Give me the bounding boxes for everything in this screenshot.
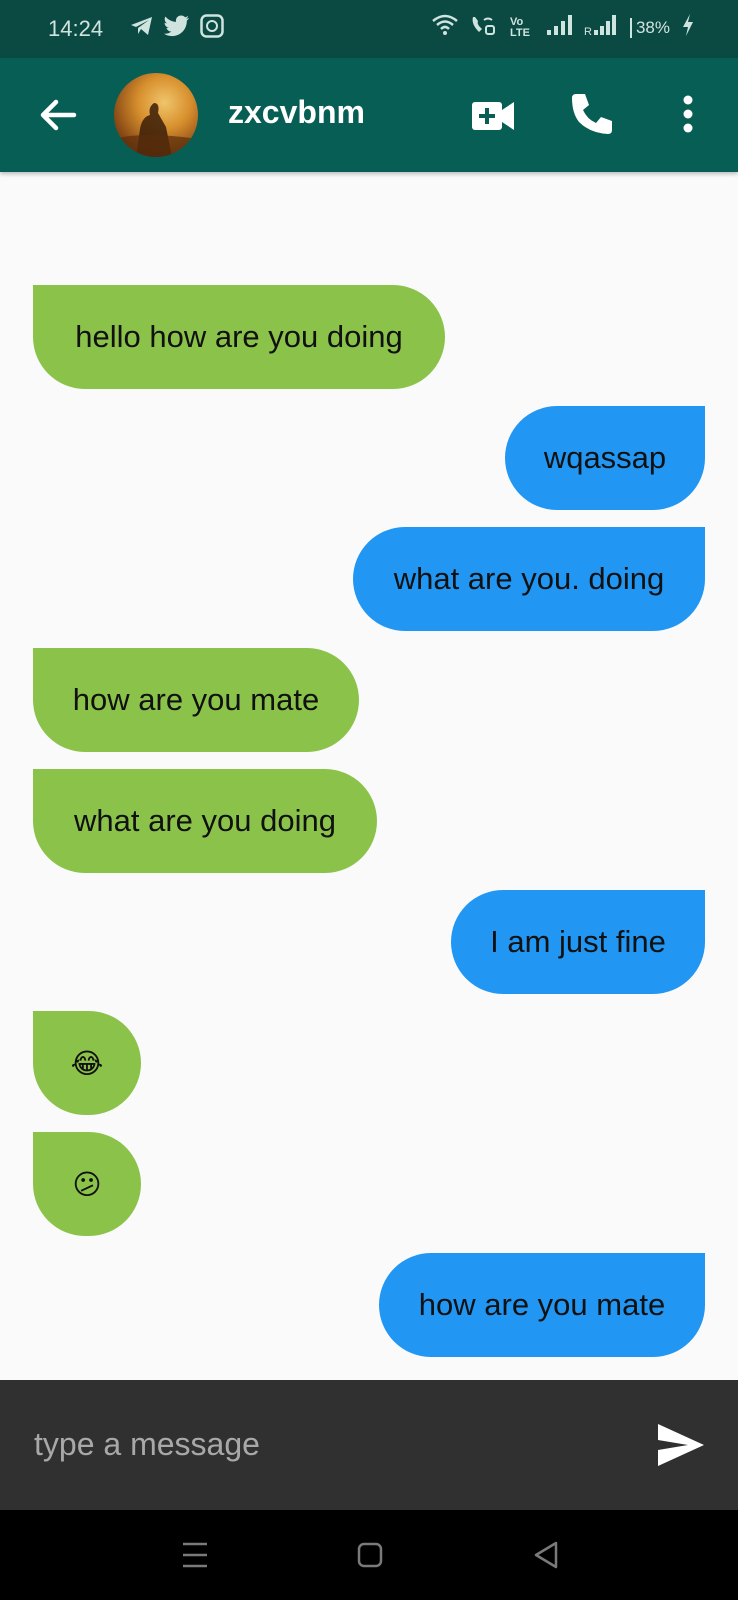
telegram-icon [130, 15, 154, 42]
video-call-button[interactable] [470, 94, 516, 138]
cb-app-icon [200, 14, 224, 43]
message-text: how are you mate [72, 682, 320, 717]
status-bar: 14:24 Vo LTE R 38% [0, 0, 738, 58]
recent-apps-icon [183, 1542, 207, 1568]
phone-icon [572, 94, 612, 134]
home-icon [357, 1542, 383, 1568]
battery-percent: 38% [629, 17, 670, 38]
send-icon [658, 1424, 704, 1466]
message-bubble-sent[interactable]: I am just fine [451, 890, 705, 994]
message-bubble-received[interactable]: 😕 [33, 1132, 141, 1236]
svg-text:R: R [584, 26, 592, 36]
back-arrow-icon [40, 99, 77, 131]
status-left-icons [130, 14, 224, 43]
more-vert-icon [683, 95, 693, 133]
wifi-icon [432, 14, 458, 41]
system-navigation-bar [0, 1510, 738, 1600]
back-button[interactable] [36, 93, 80, 137]
back-nav-button[interactable] [530, 1538, 564, 1572]
contact-name[interactable]: zxcvbnm [228, 94, 365, 131]
message-bubble-sent[interactable]: what are you. doing [353, 527, 705, 631]
avatar-image [114, 103, 198, 157]
signal-roaming-icon: R [584, 14, 618, 41]
contact-avatar[interactable] [114, 73, 198, 157]
message-text: wqassap [543, 440, 667, 475]
status-time: 14:24 [48, 16, 104, 41]
home-button[interactable] [353, 1538, 387, 1572]
volte-icon: Vo LTE [509, 15, 530, 39]
video-call-icon [472, 102, 514, 130]
message-bubble-sent[interactable]: how are you mate [379, 1253, 705, 1357]
charging-icon [682, 14, 694, 41]
message-bubble-sent[interactable]: wqassap [505, 406, 705, 510]
message-text: how are you mate [418, 1287, 666, 1322]
more-options-button[interactable] [672, 90, 704, 138]
wifi-calling-icon [470, 14, 498, 41]
back-triangle-icon [534, 1541, 558, 1569]
message-text: I am just fine [490, 924, 666, 959]
twitter-icon [164, 15, 190, 42]
message-text: what are you doing [74, 803, 336, 838]
message-input[interactable] [32, 1413, 616, 1475]
message-bubble-received[interactable]: how are you mate [33, 648, 359, 752]
chat-app-bar: zxcvbnm [0, 58, 738, 172]
message-bubble-received[interactable]: what are you doing [33, 769, 377, 873]
message-bubble-received[interactable]: 😂 [33, 1011, 141, 1115]
status-right: Vo LTE R 38% [432, 14, 694, 41]
emoji-tears-of-joy: 😂 [70, 1047, 104, 1079]
emoji-confused: 😕 [72, 1168, 102, 1200]
message-text: what are you. doing [393, 561, 665, 596]
message-text: hello how are you doing [75, 319, 403, 354]
signal-icon [546, 14, 572, 41]
voice-call-button[interactable] [568, 90, 616, 138]
message-input-bar [0, 1380, 738, 1510]
recent-apps-button[interactable] [178, 1538, 212, 1572]
message-bubble-received[interactable]: hello how are you doing [33, 285, 445, 389]
send-button[interactable] [656, 1422, 706, 1468]
